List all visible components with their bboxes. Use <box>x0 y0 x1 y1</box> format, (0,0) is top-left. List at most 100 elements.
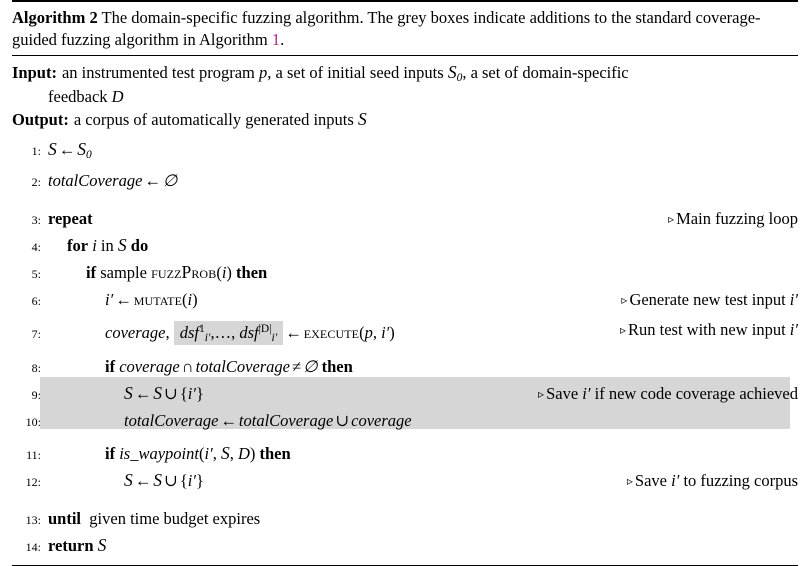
output-corpus-var: S <box>357 109 367 130</box>
total-coverage-var: totalCoverage <box>124 411 219 431</box>
line-4: 4 for i in S do <box>12 233 798 260</box>
new-input-var: i′ <box>187 471 196 491</box>
comment-save-text: Save <box>546 384 583 404</box>
until-keyword: until <box>48 509 82 529</box>
assign-arrow: ← <box>144 171 161 191</box>
then-keyword: then <box>259 444 291 464</box>
assign-arrow: ← <box>134 471 152 491</box>
new-input-var: i′ <box>789 320 798 340</box>
comma: , <box>212 444 217 464</box>
comment-run-test: ▹ Run test with new input i′ <box>620 314 798 346</box>
corpus-var: S <box>97 535 107 556</box>
assign-arrow: ← <box>115 290 132 310</box>
input-text-a: an instrumented test program <box>61 63 259 83</box>
new-input-var: i′ <box>204 444 213 464</box>
corpus-var: S <box>153 383 162 404</box>
comma: , <box>231 323 236 343</box>
then-keyword: then <box>321 357 353 377</box>
line-14-body: return S <box>48 533 798 558</box>
comment-run-test-text: Run test with new input <box>628 320 790 340</box>
input-text-c: , a set of domain-specific <box>462 63 629 83</box>
output-text: a corpus of automatically generated inpu… <box>73 110 358 130</box>
line-2: 2 totalCoverage←∅ <box>12 168 798 195</box>
line-11: 11 if is_waypoint(i′, S, D) then <box>12 441 798 468</box>
input-line: Input: an instrumented test program p, a … <box>12 61 798 86</box>
line-2-body: totalCoverage ← ∅ <box>48 168 798 193</box>
new-input-var: i′ <box>187 384 196 404</box>
line-number-4: 4 <box>12 235 48 260</box>
line-3: 3 repeat ▹Main fuzzing loop <box>12 206 798 233</box>
line-number-8: 8 <box>12 356 48 381</box>
total-coverage-var: totalCoverage <box>48 171 143 191</box>
comma: , <box>229 444 234 464</box>
output-label: Output: <box>12 110 69 130</box>
io-block: Input: an instrumented test program p, a … <box>12 56 798 134</box>
line-11-body: if is_waypoint(i′, S, D) then <box>48 441 798 466</box>
coverage-var: coverage <box>119 357 180 377</box>
line-number-3: 3 <box>12 208 48 233</box>
new-input-var: i′ <box>105 290 114 310</box>
line-13: 13 until given time budget expires <box>12 506 798 533</box>
is-waypoint-procedure: is_waypoint <box>119 444 199 464</box>
line-13-body: until given time budget expires <box>48 506 798 531</box>
if-keyword: if <box>86 263 97 283</box>
line-number-12: 12 <box>12 470 48 495</box>
line-3-body: repeat ▹ Main fuzzing loop <box>48 206 798 231</box>
assign-arrow: ← <box>58 140 76 160</box>
corpus-var: S <box>124 383 133 404</box>
line-number-6: 6 <box>12 289 48 314</box>
line-number-10: 10 <box>12 410 48 435</box>
comma: , <box>165 323 170 343</box>
union-operator: ∪ <box>164 384 178 404</box>
line-number-9: 9 <box>12 383 48 408</box>
rbrace: } <box>195 471 204 491</box>
algorithm-block: Algorithm 2 The domain-specific fuzzing … <box>0 0 810 566</box>
empty-set-symbol: ∅ <box>162 171 178 191</box>
line-9-body: S ← S ∪ {i′} ▹ Save i′ if new code coverage a… <box>48 381 798 406</box>
comment-generate-input: ▹ Generate new test input i′ <box>621 287 798 313</box>
union-operator: ∪ <box>164 471 178 491</box>
line-10: 10 totalCoverage←totalCoverage∪coverage <box>12 408 798 435</box>
line-number-1: 1 <box>12 139 48 164</box>
execute-procedure: execute <box>303 322 360 343</box>
output-line: Output: a corpus of automatically generat… <box>12 108 798 131</box>
seed-var: S <box>77 139 86 160</box>
assign-arrow: ← <box>220 411 237 431</box>
total-coverage-var: totalCoverage <box>195 357 291 377</box>
algorithm-1-reference[interactable]: 1 <box>272 30 280 49</box>
line-8: 8 if coverage∩totalCoverage≠∅ then <box>12 354 798 381</box>
corpus-var: S <box>153 470 162 491</box>
comment-main-loop-text: Main fuzzing loop <box>676 209 798 229</box>
fuzzprob-procedure: fuzzProb <box>151 262 217 283</box>
line-7: 7 coverage, dsf1i′,…, dsf|D|i′←execute(p… <box>12 314 798 354</box>
feedback-var: D <box>237 444 250 464</box>
line-6: 6 i′←mutate(i) ▹Generate new test input … <box>12 287 798 314</box>
repeat-keyword: repeat <box>48 209 93 229</box>
line-1-body: S ← S0 <box>48 137 798 168</box>
line-9: 9 S←S∪{i′} ▹Save i′ if new code coverage… <box>12 381 798 408</box>
corpus-var: S <box>220 443 230 464</box>
assign-arrow: ← <box>285 323 302 343</box>
line-spacer <box>12 495 798 506</box>
return-keyword: return <box>48 536 94 556</box>
line-10-body: totalCoverage ← totalCoverage ∪ coverage <box>48 408 798 433</box>
line-number-13: 13 <box>12 508 48 533</box>
then-keyword: then <box>236 263 268 283</box>
until-condition-text: given time budget expires <box>89 509 261 529</box>
dsf-var-first: dsf <box>179 323 199 343</box>
rparen: ) <box>192 290 198 310</box>
program-var: p <box>364 323 373 343</box>
ellipsis: … <box>214 323 232 343</box>
caption-text-before: The domain-specific fuzzing algorithm. T… <box>12 8 761 50</box>
if-keyword: if <box>105 444 116 464</box>
mutate-procedure: mutate <box>133 289 183 310</box>
input-feedback-var: D <box>111 87 124 107</box>
coverage-var: coverage <box>105 323 166 343</box>
line-14: 14 return S <box>12 533 798 560</box>
line-number-14: 14 <box>12 535 48 560</box>
comment-triangle-icon: ▹ <box>619 323 626 338</box>
comment-generate-text: Generate new test input <box>629 290 790 310</box>
iterator-var: i <box>92 236 97 256</box>
rbrace: } <box>195 384 204 404</box>
line-12-body: S ← S ∪ {i′} ▹ Save i′ to fuzzing corpus <box>48 468 798 493</box>
